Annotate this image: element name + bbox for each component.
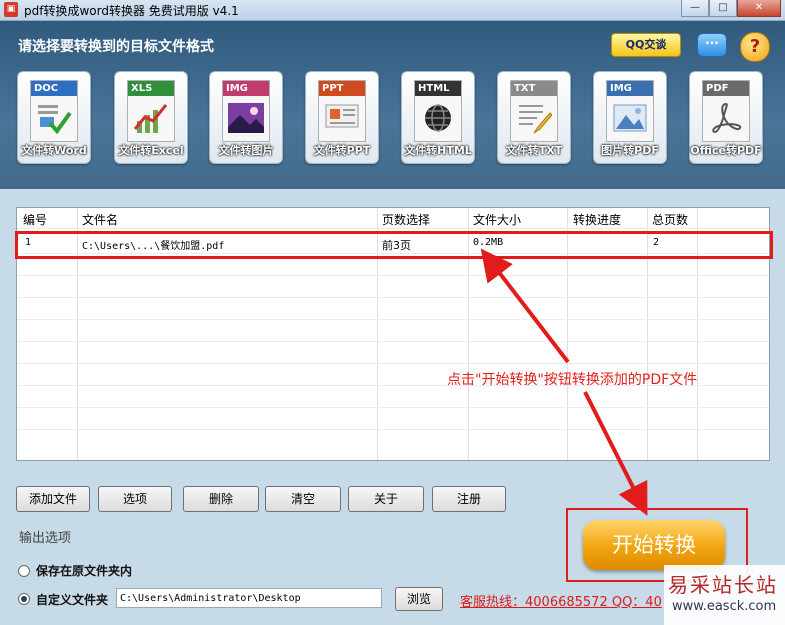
annotation-arrows [480,248,648,516]
arrow-to-start [583,391,648,516]
arrow-to-row [480,248,570,364]
